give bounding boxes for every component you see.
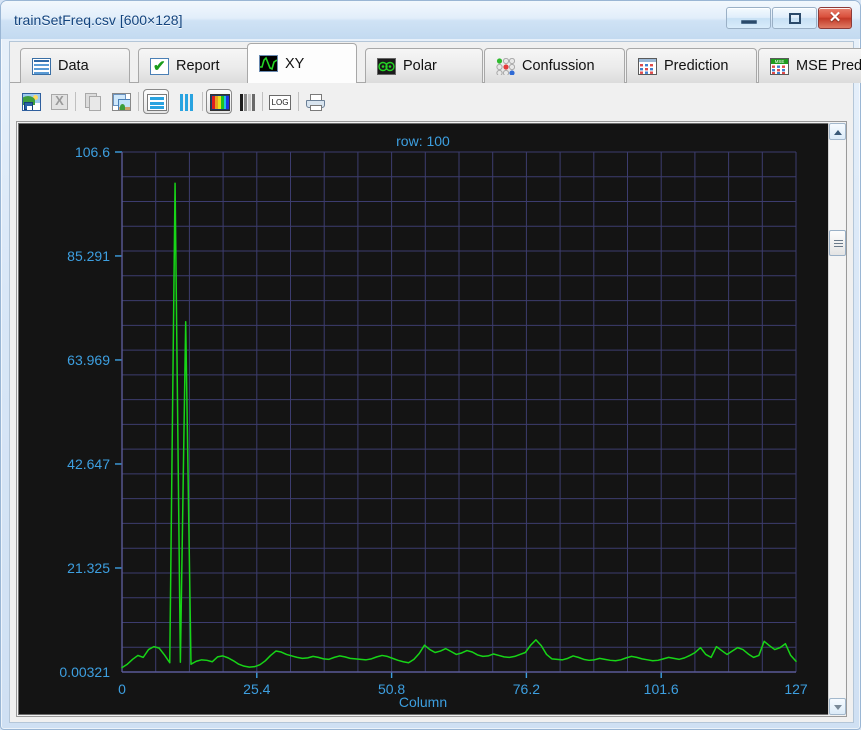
polar-icon: [377, 57, 396, 75]
gray-map-button[interactable]: [235, 89, 261, 114]
print-button[interactable]: [302, 89, 328, 114]
toolbar-separator-3: [202, 92, 203, 111]
vertical-scrollbar[interactable]: [828, 123, 846, 715]
chart-canvas[interactable]: 0.00321 21.325 42.647 63.969 85.291 106.6 0 25.…: [18, 123, 829, 715]
client-area: Data Report XY: [9, 41, 861, 723]
toolbar-separator: [75, 92, 76, 111]
x-tick-label: 76.2: [513, 681, 540, 697]
copy-image-button[interactable]: [108, 89, 134, 114]
tab-mse-pred-label: MSE Pred: [796, 58, 861, 74]
export-excel-button[interactable]: [46, 89, 72, 114]
minimize-icon: [741, 20, 757, 24]
gray-bars-icon: [240, 94, 258, 111]
tab-mse-pred[interactable]: MSE MSE Pred: [758, 48, 861, 83]
y-tick-label: 42.647: [67, 456, 110, 472]
printer-icon: [306, 94, 326, 111]
plot-panel: 0.00321 21.325 42.647 63.969 85.291 106.6 0 25.…: [16, 121, 847, 717]
y-tick-label: 106.6: [75, 144, 110, 160]
waveform-icon: [259, 55, 278, 72]
tab-prediction-label: Prediction: [664, 58, 729, 74]
chart-title: row: 100: [396, 133, 450, 149]
x-axis-label: Column: [399, 694, 447, 710]
svg-text:MSE: MSE: [775, 59, 785, 64]
excel-icon: [51, 93, 68, 110]
y-tick-label: 21.325: [67, 560, 110, 576]
toolbar-separator-4: [262, 92, 263, 111]
chevron-down-icon: [834, 705, 842, 710]
mse-icon: MSE: [770, 57, 789, 75]
y-tick-label: 0.00321: [59, 664, 110, 680]
tab-prediction[interactable]: Prediction: [626, 48, 757, 83]
y-tick-label: 63.969: [67, 352, 110, 368]
color-map-button[interactable]: [206, 89, 232, 114]
tab-polar-label: Polar: [403, 58, 437, 74]
color-bars-icon: [210, 94, 230, 111]
horizontal-bars-icon: [147, 94, 167, 111]
tab-report-label: Report: [176, 58, 220, 74]
tab-polar[interactable]: Polar: [365, 48, 483, 83]
copy-icon-back: [89, 96, 101, 111]
tab-xy-label: XY: [285, 55, 305, 72]
copy-image-icon: [112, 93, 131, 111]
x-tick-label: 127: [784, 681, 808, 697]
maximize-icon: [789, 13, 801, 24]
tab-xy[interactable]: XY: [247, 43, 357, 83]
x-tick-label: 0: [118, 681, 126, 697]
toolbar-separator-2: [138, 92, 139, 111]
scrollbar-thumb[interactable]: [829, 230, 846, 256]
tab-bar: Data Report XY: [10, 42, 861, 83]
tab-confussion-label: Confussion: [522, 58, 595, 74]
tab-data[interactable]: Data: [20, 48, 130, 83]
vertical-bars-icon: [179, 94, 195, 111]
checkmark-icon: [150, 57, 169, 75]
minimize-button[interactable]: [726, 7, 771, 29]
copy-button[interactable]: [80, 89, 106, 114]
tab-data-label: Data: [58, 58, 89, 74]
table-icon: [32, 57, 51, 75]
toolbar-separator-5: [298, 92, 299, 111]
log-scale-button[interactable]: [266, 89, 294, 114]
scroll-up-button[interactable]: [829, 123, 846, 140]
confusion-icon: [496, 57, 516, 76]
title-bar: trainSetFreq.csv [600×128] ✕: [1, 1, 860, 39]
prediction-icon: [638, 57, 657, 75]
vertical-bars-button[interactable]: [173, 89, 199, 114]
scroll-down-button[interactable]: [829, 698, 846, 715]
close-button[interactable]: ✕: [818, 7, 852, 29]
application-window: trainSetFreq.csv [600×128] ✕ Data Report: [0, 0, 861, 730]
chart-gridlines: [121, 151, 797, 673]
toolbar: [10, 83, 853, 119]
xy-chart: 0.00321 21.325 42.647 63.969 85.291 106.6 0 25.…: [19, 124, 828, 714]
maximize-button[interactable]: [772, 7, 817, 29]
window-title: trainSetFreq.csv [600×128]: [14, 12, 183, 28]
x-tick-label: 25.4: [243, 681, 270, 697]
chevron-up-icon: [834, 130, 842, 135]
tab-report[interactable]: Report: [138, 48, 263, 83]
tab-confussion[interactable]: Confussion: [484, 48, 625, 83]
log-icon: [269, 95, 291, 110]
horizontal-bars-button[interactable]: [143, 89, 169, 114]
y-tick-label: 85.291: [67, 248, 110, 264]
close-icon: ✕: [828, 9, 842, 26]
chart-background: [19, 124, 828, 714]
x-tick-label: 101.6: [644, 681, 679, 697]
save-image-button[interactable]: [18, 89, 44, 114]
save-image-icon: [22, 93, 41, 111]
